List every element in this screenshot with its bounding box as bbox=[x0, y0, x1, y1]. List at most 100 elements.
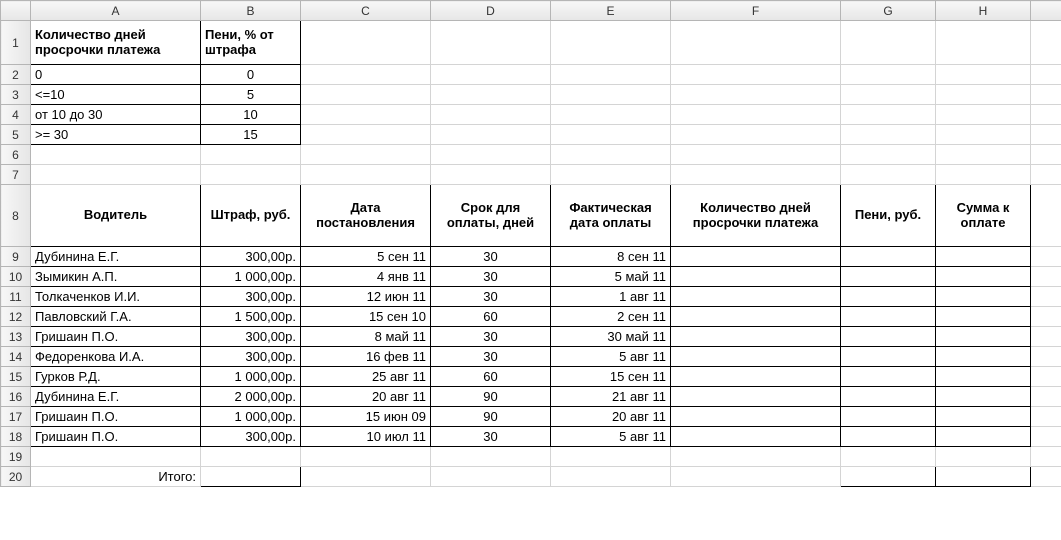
cell-D7[interactable] bbox=[431, 165, 551, 185]
cell-H5[interactable] bbox=[936, 125, 1031, 145]
cell-B9[interactable]: 300,00р. bbox=[201, 247, 301, 267]
cell-B17[interactable]: 1 000,00р. bbox=[201, 407, 301, 427]
row-header-20[interactable]: 20 bbox=[1, 467, 31, 487]
cell-F13[interactable] bbox=[671, 327, 841, 347]
row-header-16[interactable]: 16 bbox=[1, 387, 31, 407]
row-header-8[interactable]: 8 bbox=[1, 185, 31, 247]
cell-H1[interactable] bbox=[936, 21, 1031, 65]
cell-I10[interactable] bbox=[1031, 267, 1061, 287]
col-header-H[interactable]: H bbox=[936, 1, 1031, 21]
cell-C14[interactable]: 16 фев 11 bbox=[301, 347, 431, 367]
cell-G1[interactable] bbox=[841, 21, 936, 65]
cell-C19[interactable] bbox=[301, 447, 431, 467]
cell-B14[interactable]: 300,00р. bbox=[201, 347, 301, 367]
cell-E15[interactable]: 15 сен 11 bbox=[551, 367, 671, 387]
cell-H2[interactable] bbox=[936, 65, 1031, 85]
select-all-corner[interactable] bbox=[1, 1, 31, 21]
cell-G13[interactable] bbox=[841, 327, 936, 347]
cell-F19[interactable] bbox=[671, 447, 841, 467]
cell-C11[interactable]: 12 июн 11 bbox=[301, 287, 431, 307]
cell-B11[interactable]: 300,00р. bbox=[201, 287, 301, 307]
cell-H20[interactable] bbox=[936, 467, 1031, 487]
cell-A20[interactable]: Итого: bbox=[31, 467, 201, 487]
row-header-11[interactable]: 11 bbox=[1, 287, 31, 307]
cell-E2[interactable] bbox=[551, 65, 671, 85]
cell-H8[interactable]: Сумма к оплате bbox=[936, 185, 1031, 247]
cell-C15[interactable]: 25 авг 11 bbox=[301, 367, 431, 387]
cell-G10[interactable] bbox=[841, 267, 936, 287]
cell-C18[interactable]: 10 июл 11 bbox=[301, 427, 431, 447]
cell-H7[interactable] bbox=[936, 165, 1031, 185]
cell-A16[interactable]: Дубинина Е.Г. bbox=[31, 387, 201, 407]
cell-H3[interactable] bbox=[936, 85, 1031, 105]
cell-A8[interactable]: Водитель bbox=[31, 185, 201, 247]
cell-H6[interactable] bbox=[936, 145, 1031, 165]
cell-B1[interactable]: Пени, % от штрафа bbox=[201, 21, 301, 65]
cell-E5[interactable] bbox=[551, 125, 671, 145]
cell-A5[interactable]: >= 30 bbox=[31, 125, 201, 145]
cell-G2[interactable] bbox=[841, 65, 936, 85]
cell-F2[interactable] bbox=[671, 65, 841, 85]
cell-E18[interactable]: 5 авг 11 bbox=[551, 427, 671, 447]
cell-G8[interactable]: Пени, руб. bbox=[841, 185, 936, 247]
cell-E11[interactable]: 1 авг 11 bbox=[551, 287, 671, 307]
cell-G3[interactable] bbox=[841, 85, 936, 105]
cell-H16[interactable] bbox=[936, 387, 1031, 407]
cell-D10[interactable]: 30 bbox=[431, 267, 551, 287]
cell-B13[interactable]: 300,00р. bbox=[201, 327, 301, 347]
cell-F1[interactable] bbox=[671, 21, 841, 65]
cell-G9[interactable] bbox=[841, 247, 936, 267]
cell-E8[interactable]: Фактическая дата оплаты bbox=[551, 185, 671, 247]
cell-C10[interactable]: 4 янв 11 bbox=[301, 267, 431, 287]
cell-E19[interactable] bbox=[551, 447, 671, 467]
cell-H9[interactable] bbox=[936, 247, 1031, 267]
cell-A17[interactable]: Гришаин П.О. bbox=[31, 407, 201, 427]
cell-H10[interactable] bbox=[936, 267, 1031, 287]
cell-E3[interactable] bbox=[551, 85, 671, 105]
cell-I6[interactable] bbox=[1031, 145, 1061, 165]
cell-E13[interactable]: 30 май 11 bbox=[551, 327, 671, 347]
cell-B3[interactable]: 5 bbox=[201, 85, 301, 105]
cell-B15[interactable]: 1 000,00р. bbox=[201, 367, 301, 387]
cell-F16[interactable] bbox=[671, 387, 841, 407]
cell-A6[interactable] bbox=[31, 145, 201, 165]
cell-H4[interactable] bbox=[936, 105, 1031, 125]
cell-B7[interactable] bbox=[201, 165, 301, 185]
cell-I4[interactable] bbox=[1031, 105, 1061, 125]
cell-H18[interactable] bbox=[936, 427, 1031, 447]
cell-F8[interactable]: Количество дней просрочки платежа bbox=[671, 185, 841, 247]
row-header-19[interactable]: 19 bbox=[1, 447, 31, 467]
cell-I12[interactable] bbox=[1031, 307, 1061, 327]
row-header-9[interactable]: 9 bbox=[1, 247, 31, 267]
cell-A19[interactable] bbox=[31, 447, 201, 467]
cell-I3[interactable] bbox=[1031, 85, 1061, 105]
cell-F17[interactable] bbox=[671, 407, 841, 427]
cell-A4[interactable]: от 10 до 30 bbox=[31, 105, 201, 125]
cell-F11[interactable] bbox=[671, 287, 841, 307]
cell-C5[interactable] bbox=[301, 125, 431, 145]
cell-A12[interactable]: Павловский Г.А. bbox=[31, 307, 201, 327]
col-header-D[interactable]: D bbox=[431, 1, 551, 21]
cell-I9[interactable] bbox=[1031, 247, 1061, 267]
cell-C16[interactable]: 20 авг 11 bbox=[301, 387, 431, 407]
cell-D18[interactable]: 30 bbox=[431, 427, 551, 447]
spreadsheet-grid[interactable]: A B C D E F G H 1 Количество дней просро… bbox=[0, 0, 1061, 487]
cell-G11[interactable] bbox=[841, 287, 936, 307]
cell-C3[interactable] bbox=[301, 85, 431, 105]
cell-B20[interactable] bbox=[201, 467, 301, 487]
cell-F6[interactable] bbox=[671, 145, 841, 165]
cell-B8[interactable]: Штраф, руб. bbox=[201, 185, 301, 247]
cell-C17[interactable]: 15 июн 09 bbox=[301, 407, 431, 427]
col-header-I[interactable] bbox=[1031, 1, 1061, 21]
cell-I11[interactable] bbox=[1031, 287, 1061, 307]
cell-B6[interactable] bbox=[201, 145, 301, 165]
cell-A3[interactable]: <=10 bbox=[31, 85, 201, 105]
col-header-E[interactable]: E bbox=[551, 1, 671, 21]
cell-E20[interactable] bbox=[551, 467, 671, 487]
cell-H17[interactable] bbox=[936, 407, 1031, 427]
row-header-12[interactable]: 12 bbox=[1, 307, 31, 327]
col-header-G[interactable]: G bbox=[841, 1, 936, 21]
cell-F4[interactable] bbox=[671, 105, 841, 125]
cell-I15[interactable] bbox=[1031, 367, 1061, 387]
col-header-C[interactable]: C bbox=[301, 1, 431, 21]
